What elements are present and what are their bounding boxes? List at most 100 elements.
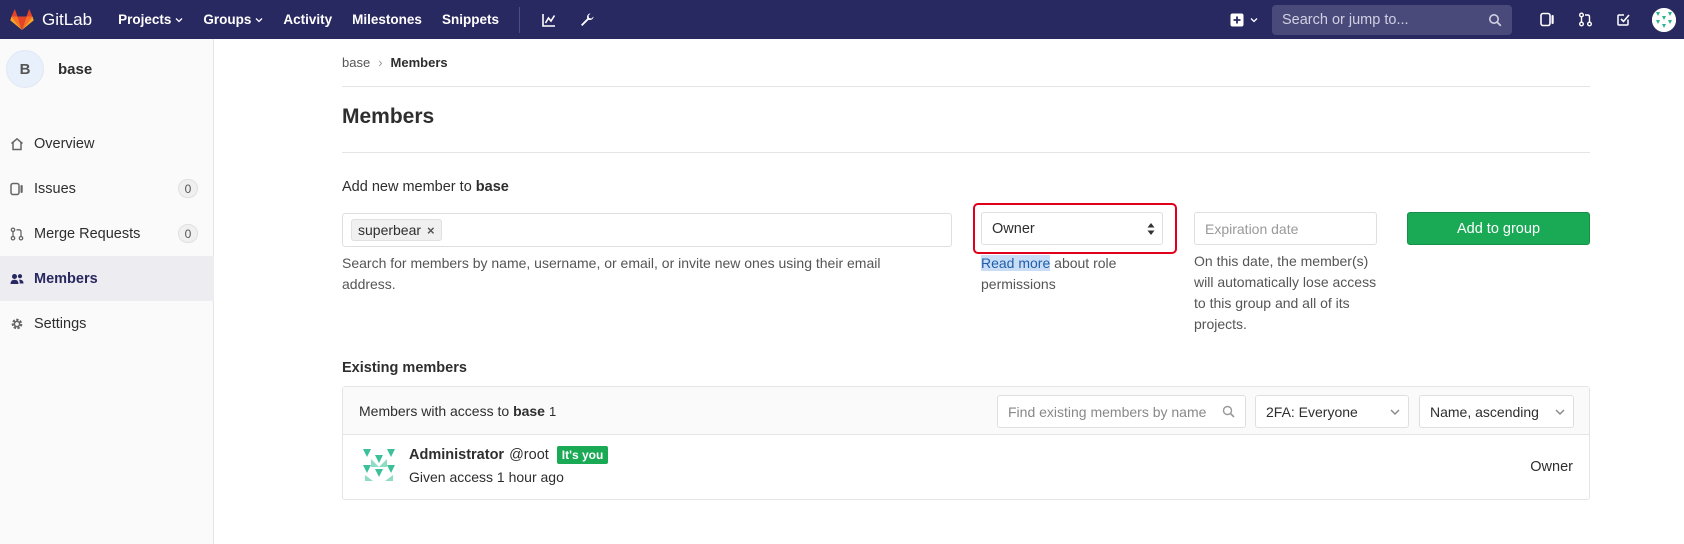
merge-request-icon	[1578, 12, 1592, 27]
group-name: base	[58, 60, 93, 78]
identicon-icon	[1652, 7, 1676, 32]
add-member-group-name: base	[475, 179, 509, 195]
member-row: Administrator @root It's you Given acces…	[343, 435, 1589, 499]
global-search[interactable]	[1272, 4, 1512, 35]
selected-member-name: superbear	[358, 222, 422, 238]
home-icon	[11, 137, 23, 150]
member-username: @root	[509, 447, 549, 463]
nav-divider	[518, 6, 520, 33]
sort-dropdown[interactable]: Name, ascending	[1419, 395, 1574, 428]
selected-member-token: superbear ×	[351, 219, 442, 241]
add-to-group-button[interactable]: Add to group	[1407, 212, 1590, 245]
chart-icon	[542, 13, 556, 27]
issues-count-badge: 0	[178, 179, 198, 198]
global-search-input[interactable]	[1282, 11, 1488, 28]
role-help: Read more about role permissions	[981, 253, 1171, 295]
sidebar-item-merge-requests[interactable]: Merge Requests 0	[0, 211, 214, 256]
nav-chart-link[interactable]	[530, 0, 568, 39]
remove-token-icon[interactable]: ×	[427, 223, 435, 238]
nav-groups[interactable]: Groups	[203, 12, 263, 27]
nav-groups-label: Groups	[203, 12, 252, 27]
sidebar-item-members[interactable]: Members	[0, 256, 214, 301]
chevron-down-icon	[1555, 409, 1565, 415]
merge-request-icon	[10, 226, 24, 241]
nav-todos-link[interactable]	[1604, 0, 1642, 39]
member-role: Owner	[1530, 459, 1573, 475]
search-icon	[1222, 405, 1235, 418]
breadcrumb-current[interactable]: Members	[391, 55, 448, 70]
member-avatar[interactable]	[359, 445, 399, 485]
add-member-label: Add new member to base	[342, 179, 509, 195]
read-more-link[interactable]: Read more	[981, 255, 1051, 271]
gitlab-logo[interactable]: GitLab	[10, 0, 92, 39]
sort-value: Name, ascending	[1430, 403, 1539, 420]
its-you-badge: It's you	[556, 446, 609, 464]
todo-check-icon	[1616, 14, 1630, 26]
members-panel-header: Members with access to base1 2FA: Everyo…	[343, 387, 1589, 435]
sidebar-item-settings[interactable]: Settings	[0, 301, 214, 346]
nav-issues-link[interactable]	[1528, 0, 1566, 39]
access-level-value: Owner	[992, 220, 1035, 237]
member-search-input[interactable]: superbear ×	[342, 213, 952, 247]
sidebar-group-header[interactable]: B base	[0, 39, 213, 99]
sidebar-item-label: Overview	[34, 135, 95, 152]
add-member-label-prefix: Add new member to	[342, 179, 476, 195]
gear-icon	[11, 318, 23, 329]
sidebar-item-overview[interactable]: Overview	[0, 121, 214, 166]
user-avatar[interactable]	[1652, 7, 1676, 32]
nav-projects[interactable]: Projects	[118, 12, 183, 27]
twofa-filter-value: 2FA: Everyone	[1266, 403, 1358, 420]
top-navbar: GitLab Projects Groups Activity Mileston…	[0, 0, 1684, 39]
find-members-field[interactable]	[997, 395, 1246, 428]
nav-milestones[interactable]: Milestones	[352, 12, 422, 27]
breadcrumb-group-link[interactable]: base	[342, 55, 370, 70]
gitlab-tanuki-icon	[10, 8, 34, 30]
member-name-line: Administrator @root It's you	[409, 446, 609, 464]
members-panel-title-prefix: Members with access to	[359, 403, 514, 419]
expiration-date-input[interactable]	[1194, 212, 1377, 245]
select-arrows-icon	[1147, 223, 1155, 235]
page-title: Members	[342, 105, 435, 128]
nav-admin-link[interactable]	[568, 0, 606, 39]
new-item-dropdown[interactable]	[1230, 13, 1258, 27]
twofa-filter-dropdown[interactable]: 2FA: Everyone	[1255, 395, 1409, 428]
breadcrumb-separator-icon: ›	[378, 55, 383, 70]
chevron-down-icon	[175, 17, 183, 22]
sidebar-item-issues[interactable]: Issues 0	[0, 166, 214, 211]
group-sidebar: B base Overview Issues 0 Merge Requests …	[0, 39, 214, 544]
members-count: 1	[548, 404, 557, 419]
members-panel-group-name: base	[513, 403, 545, 419]
access-level-select[interactable]: Owner	[981, 212, 1163, 245]
sidebar-item-label: Merge Requests	[34, 225, 141, 242]
chevron-down-icon	[1390, 409, 1400, 415]
members-panel-title: Members with access to base 1	[359, 403, 556, 419]
issues-icon	[10, 182, 23, 195]
members-panel: Members with access to base1 2FA: Everyo…	[342, 386, 1590, 500]
existing-members-title: Existing members	[342, 360, 467, 376]
nav-merge-requests-link[interactable]	[1566, 0, 1604, 39]
chevron-down-icon	[255, 17, 263, 22]
sidebar-item-label: Members	[34, 270, 98, 287]
group-avatar: B	[6, 50, 44, 88]
chevron-down-icon	[1250, 17, 1258, 22]
find-members-input[interactable]	[1008, 403, 1216, 420]
nav-projects-label: Projects	[118, 12, 172, 27]
sidebar-item-label: Settings	[34, 315, 87, 332]
breadcrumb: base › Members	[342, 55, 448, 70]
member-search-help: Search for members by name, username, or…	[342, 255, 881, 292]
plus-square-icon	[1230, 13, 1244, 26]
nav-activity[interactable]: Activity	[283, 12, 332, 27]
divider	[342, 152, 1590, 153]
divider	[342, 86, 1590, 87]
member-access-time: Given access 1 hour ago	[409, 469, 564, 485]
sidebar-item-label: Issues	[34, 180, 76, 197]
nav-snippets[interactable]: Snippets	[442, 12, 499, 27]
wrench-icon	[580, 13, 594, 26]
members-icon	[10, 273, 24, 284]
issues-icon	[1539, 12, 1554, 27]
logo-text: GitLab	[42, 9, 93, 29]
merge-requests-count-badge: 0	[178, 224, 198, 243]
expiration-help: On this date, the member(s) will automat…	[1194, 253, 1377, 332]
member-name[interactable]: Administrator	[409, 447, 504, 463]
search-icon	[1489, 13, 1502, 26]
